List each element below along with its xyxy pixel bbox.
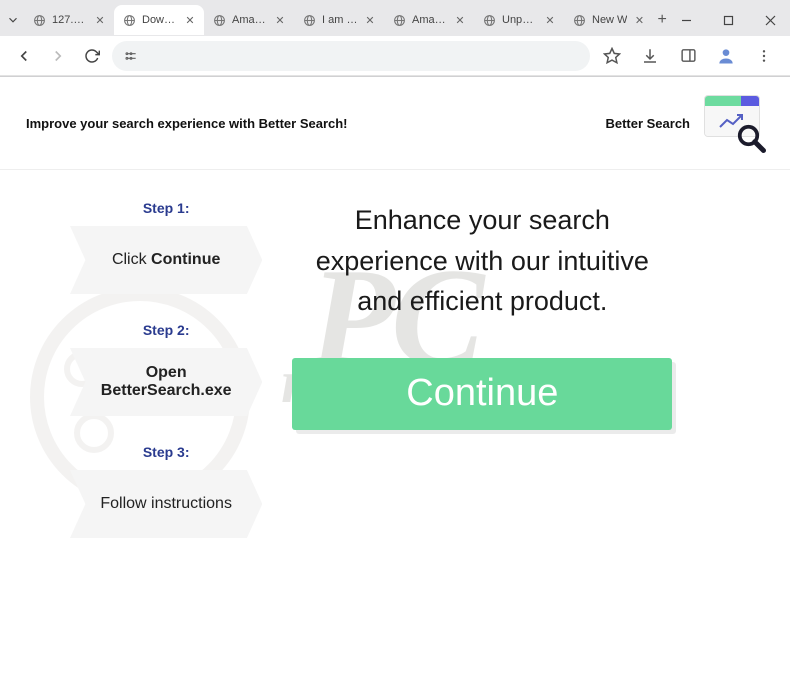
new-tab-button[interactable]: +: [657, 7, 666, 33]
favicon-icon: [212, 13, 226, 27]
address-bar[interactable]: [112, 41, 590, 71]
step-box-1: Click Continue: [70, 226, 262, 294]
reload-button[interactable]: [78, 42, 106, 70]
steps-column: Step 1: Click Continue Step 2: Open BetterS…: [70, 200, 262, 566]
brand-logo: [704, 95, 764, 151]
tab-label: 127.0.0: [52, 14, 88, 26]
tab-5[interactable]: Unpack ✕: [474, 5, 564, 35]
tab-label: Unpack: [502, 14, 538, 26]
continue-button[interactable]: Continue: [292, 358, 672, 430]
minimize-button[interactable]: [667, 6, 707, 34]
tab-2[interactable]: Amazon ✕: [204, 5, 294, 35]
maximize-button[interactable]: [709, 6, 749, 34]
profile-button[interactable]: [710, 40, 742, 72]
close-tab-icon[interactable]: ✕: [274, 14, 286, 26]
tab-6[interactable]: New W ✕: [564, 5, 653, 35]
tab-label: Amazon: [232, 14, 268, 26]
tab-search-button[interactable]: [6, 9, 20, 31]
tab-3[interactable]: I am no ✕: [294, 5, 384, 35]
tab-label: I am no: [322, 14, 358, 26]
close-tab-icon[interactable]: ✕: [94, 14, 106, 26]
favicon-icon: [482, 13, 496, 27]
step-box-3: Follow instructions: [70, 470, 262, 538]
close-window-button[interactable]: [751, 6, 790, 34]
tab-label: Downlo: [142, 14, 178, 26]
brand-name: Better Search: [605, 116, 690, 131]
main-column: Enhance your search experience with our …: [282, 200, 672, 566]
step-box-2: Open BetterSearch.exe: [70, 348, 262, 416]
tab-1[interactable]: Downlo ✕: [114, 5, 204, 35]
site-settings-icon: [124, 49, 138, 63]
tab-strip: 127.0.0✕Downlo✕Amazon✕I am no✕Amazon✕Unp…: [0, 0, 790, 36]
magnifier-icon: [736, 123, 766, 153]
close-tab-icon[interactable]: ✕: [544, 14, 556, 26]
favicon-icon: [32, 13, 46, 27]
favicon-icon: [302, 13, 316, 27]
bookmark-button[interactable]: [596, 40, 628, 72]
tagline: Improve your search experience with Bett…: [26, 116, 348, 131]
side-panel-button[interactable]: [672, 40, 704, 72]
page-content: PCrisk.com Improve your search experienc…: [0, 77, 790, 691]
tab-0[interactable]: 127.0.0 ✕: [24, 5, 114, 35]
tab-4[interactable]: Amazon ✕: [384, 5, 474, 35]
favicon-icon: [392, 13, 406, 27]
back-button[interactable]: [10, 42, 38, 70]
step-label-2: Step 2:: [70, 322, 262, 338]
close-tab-icon[interactable]: ✕: [454, 14, 466, 26]
close-tab-icon[interactable]: ✕: [184, 14, 196, 26]
page-header: Improve your search experience with Bett…: [0, 77, 790, 170]
menu-button[interactable]: [748, 40, 780, 72]
browser-chrome: 127.0.0✕Downlo✕Amazon✕I am no✕Amazon✕Unp…: [0, 0, 790, 77]
headline: Enhance your search experience with our …: [292, 200, 672, 322]
tab-label: Amazon: [412, 14, 448, 26]
step-label-1: Step 1:: [70, 200, 262, 216]
step-label-3: Step 3:: [70, 444, 262, 460]
tab-label: New W: [592, 14, 627, 26]
close-tab-icon[interactable]: ✕: [364, 14, 376, 26]
favicon-icon: [122, 13, 136, 27]
step-text-bold: Continue: [151, 251, 220, 268]
favicon-icon: [572, 13, 586, 27]
step-text-prefix: Follow instructions: [100, 495, 232, 512]
step-text-bold: Open BetterSearch.exe: [101, 364, 232, 399]
downloads-button[interactable]: [634, 40, 666, 72]
close-tab-icon[interactable]: ✕: [633, 14, 645, 26]
toolbar: [0, 36, 790, 76]
step-text-prefix: Click: [112, 251, 151, 268]
forward-button[interactable]: [44, 42, 72, 70]
